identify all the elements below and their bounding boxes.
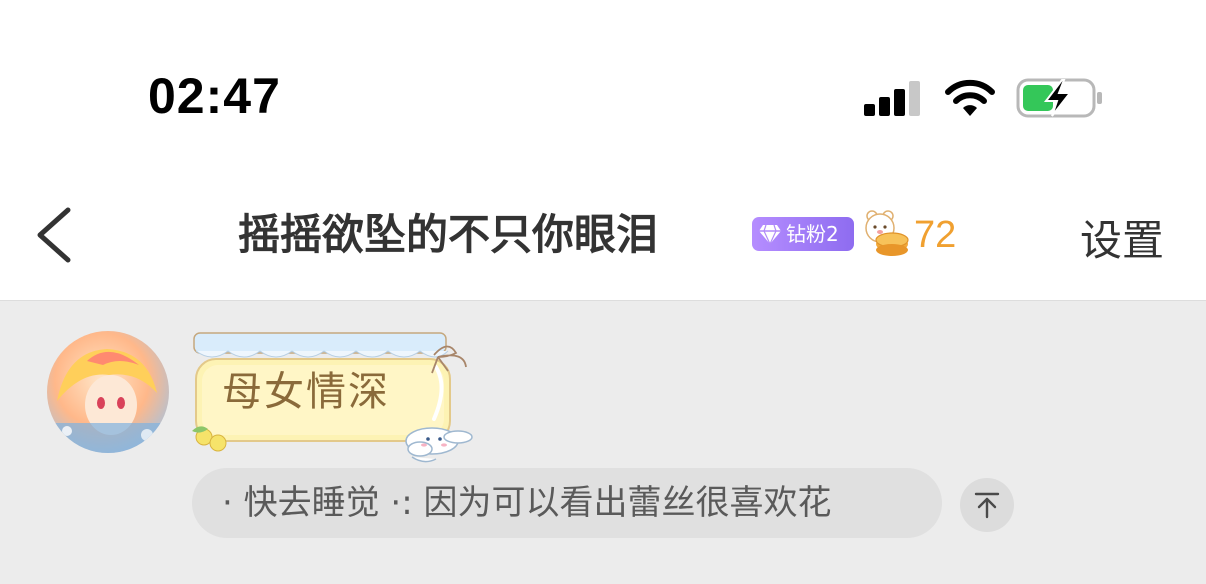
top-area: 02:47 摇摇欲坠的不只你眼泪 钻粉2 72 设置 [0, 0, 1206, 301]
bear-mooncake-icon [865, 210, 909, 256]
settings-button[interactable]: 设置 [1080, 212, 1164, 270]
wifi-icon [945, 79, 995, 116]
page-title: 摇摇欲坠的不只你眼泪 [238, 210, 659, 259]
back-button[interactable] [30, 204, 76, 266]
avatar[interactable] [47, 331, 169, 453]
diamond-icon [759, 224, 781, 245]
fan-level-badge: 钻粉2 [752, 217, 854, 251]
cellular-signal-icon [864, 80, 922, 116]
fan-count: 72 [914, 214, 957, 256]
status-time: 02:47 [148, 68, 281, 124]
avatar-image [47, 331, 169, 453]
nameplate-text: 母女情深 [222, 369, 390, 415]
message-bubble[interactable]: · 快去睡觉 ·: 因为可以看出蕾丝很喜欢花 [192, 468, 942, 538]
battery-charging-icon [1016, 78, 1102, 118]
fan-level-label: 钻粉2 [786, 222, 839, 246]
pin-to-top-button[interactable] [960, 478, 1014, 532]
message-text: · 快去睡觉 ·: 因为可以看出蕾丝很喜欢花 [222, 483, 832, 523]
pin-to-top-icon [974, 492, 1000, 519]
